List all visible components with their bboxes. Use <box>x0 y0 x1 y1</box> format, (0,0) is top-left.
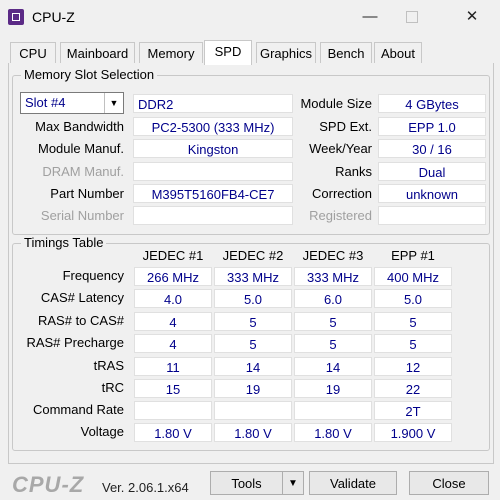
close-window-button[interactable]: ✕ <box>454 4 490 30</box>
close-button[interactable]: Close <box>409 471 489 495</box>
timing-cell: 5 <box>214 334 292 353</box>
timing-row-label: Frequency <box>62 268 124 283</box>
module-manuf-field: Kingston <box>133 139 293 158</box>
timing-cell <box>134 401 212 420</box>
timing-cell: 5 <box>374 312 452 331</box>
timing-row-label: CAS# Latency <box>40 290 124 305</box>
tab-memory[interactable]: Memory <box>139 42 203 64</box>
timing-cell: 333 MHz <box>294 267 372 286</box>
registered-label: Registered <box>309 208 372 223</box>
col-epp1: EPP #1 <box>391 248 435 263</box>
spd-ext-field: EPP 1.0 <box>378 117 486 136</box>
timing-cell: 4 <box>134 334 212 353</box>
timing-cell: 2T <box>374 401 452 420</box>
timing-cell: 19 <box>294 379 372 398</box>
tools-dropdown-button[interactable]: ▼ <box>282 471 304 495</box>
timing-cell: 333 MHz <box>214 267 292 286</box>
timing-cell: 5 <box>374 334 452 353</box>
timing-row-label: RAS# Precharge <box>26 335 124 350</box>
tools-button[interactable]: Tools <box>210 471 283 495</box>
timing-cell <box>294 401 372 420</box>
module-size-label: Module Size <box>300 96 372 111</box>
timing-cell: 4.0 <box>134 289 212 308</box>
window-title: CPU-Z <box>32 9 75 25</box>
ranks-field: Dual <box>378 162 486 181</box>
maximize-icon <box>406 11 418 24</box>
ranks-label: Ranks <box>335 164 372 179</box>
max-bandwidth-field: PC2-5300 (333 MHz) <box>133 117 293 136</box>
part-number-field: M395T5160FB4-CE7 <box>133 184 293 203</box>
timing-cell: 6.0 <box>294 289 372 308</box>
chevron-down-icon: ▼ <box>288 478 298 489</box>
timings-group-title: Timings Table <box>21 235 107 251</box>
week-year-field: 30 / 16 <box>378 139 486 158</box>
cpu-z-brand-logo: CPU-Z <box>12 472 85 497</box>
tab-bench[interactable]: Bench <box>320 42 372 64</box>
correction-field: unknown <box>378 184 486 203</box>
timing-cell: 5.0 <box>374 289 452 308</box>
col-jedec2: JEDEC #2 <box>222 248 284 263</box>
registered-field <box>378 206 486 225</box>
timing-cell: 1.900 V <box>374 423 452 442</box>
chevron-down-icon: ▼ <box>104 93 123 113</box>
dram-manuf-label: DRAM Manuf. <box>42 164 124 179</box>
memory-type-field: DDR2 <box>133 94 293 113</box>
col-jedec3: JEDEC #3 <box>302 248 364 263</box>
close-icon: ✕ <box>465 8 479 25</box>
timing-cell: 400 MHz <box>374 267 452 286</box>
timing-row-label: tRAS <box>93 358 124 373</box>
validate-button[interactable]: Validate <box>309 471 397 495</box>
timing-cell: 22 <box>374 379 452 398</box>
tab-about[interactable]: About <box>374 42 422 64</box>
tab-mainboard[interactable]: Mainboard <box>60 42 135 64</box>
minimize-button[interactable]: — <box>352 4 388 30</box>
slot-dropdown-value: Slot #4 <box>25 95 66 110</box>
module-size-field: 4 GBytes <box>378 94 486 113</box>
timing-row-label: RAS# to CAS# <box>38 313 124 328</box>
tab-graphics[interactable]: Graphics <box>256 42 316 64</box>
timing-cell <box>214 401 292 420</box>
timing-cell: 1.80 V <box>214 423 292 442</box>
timing-cell: 1.80 V <box>134 423 212 442</box>
timing-cell: 5 <box>294 334 372 353</box>
tab-spd[interactable]: SPD <box>204 40 252 65</box>
col-jedec1: JEDEC #1 <box>142 248 204 263</box>
timing-cell: 12 <box>374 357 452 376</box>
slot-dropdown[interactable]: Slot #4 ▼ <box>20 92 124 114</box>
cpu-z-app-icon <box>8 9 24 25</box>
minimize-icon: — <box>362 8 378 25</box>
timing-row-label: Voltage <box>80 424 124 439</box>
timing-cell: 5 <box>214 312 292 331</box>
timing-row-label: tRC <box>101 380 124 395</box>
timing-cell: 5.0 <box>214 289 292 308</box>
timing-cell: 1.80 V <box>294 423 372 442</box>
module-manuf-label: Module Manuf. <box>38 141 124 156</box>
timing-cell: 14 <box>294 357 372 376</box>
dram-manuf-field <box>133 162 293 181</box>
max-bandwidth-label: Max Bandwidth <box>35 119 124 134</box>
timing-row-label: Command Rate <box>32 402 124 417</box>
tab-cpu[interactable]: CPU <box>10 42 56 64</box>
serial-number-label: Serial Number <box>40 208 124 223</box>
timing-cell: 5 <box>294 312 372 331</box>
spd-ext-label: SPD Ext. <box>319 119 372 134</box>
memory-slot-group-title: Memory Slot Selection <box>21 67 158 83</box>
week-year-label: Week/Year <box>309 141 372 156</box>
version-text: Ver. 2.06.1.x64 <box>102 480 189 495</box>
timing-cell: 14 <box>214 357 292 376</box>
timing-cell: 11 <box>134 357 212 376</box>
timing-cell: 15 <box>134 379 212 398</box>
part-number-label: Part Number <box>50 186 124 201</box>
timing-cell: 19 <box>214 379 292 398</box>
title-bar: CPU-Z — ✕ <box>0 0 500 34</box>
serial-number-field <box>133 206 293 225</box>
correction-label: Correction <box>312 186 372 201</box>
timing-cell: 266 MHz <box>134 267 212 286</box>
timing-cell: 4 <box>134 312 212 331</box>
maximize-button[interactable] <box>394 4 430 30</box>
